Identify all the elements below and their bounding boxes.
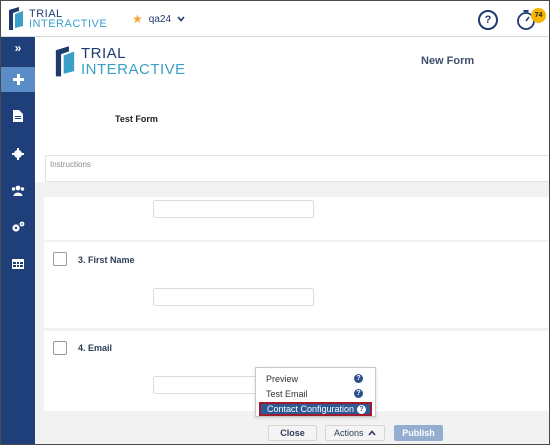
menu-item-label: Preview <box>266 374 299 384</box>
menu-item-test-email[interactable]: Test Email ? <box>256 387 375 401</box>
brand-logo[interactable]: TRIAL INTERACTIVE <box>7 6 107 32</box>
cogs-icon <box>12 221 25 232</box>
form-logo: TRIAL INTERACTIVE <box>53 45 186 79</box>
chevron-down-icon <box>177 16 185 22</box>
help-icon[interactable]: ? <box>357 405 366 414</box>
instructions-field[interactable]: Instructions <box>45 155 549 182</box>
actions-button-label: Actions <box>333 428 364 438</box>
chevron-up-icon <box>368 430 376 436</box>
document-icon <box>13 110 23 122</box>
question-card <box>44 197 549 240</box>
top-bar: TRIAL INTERACTIVE ★ qa24 ? 74 <box>1 1 549 37</box>
form-name[interactable]: Test Form <box>115 114 158 124</box>
menu-item-preview[interactable]: Preview ? <box>256 372 375 386</box>
actions-menu: Preview ? Test Email ? Contact Configura… <box>255 367 376 417</box>
brand-line2: INTERACTIVE <box>29 18 108 30</box>
expand-sidebar-icon[interactable]: » <box>1 39 35 57</box>
publish-button[interactable]: Publish <box>394 425 443 441</box>
users-icon <box>11 185 25 196</box>
sidebar-item-users[interactable] <box>1 178 35 202</box>
study-name: qa24 <box>148 13 172 25</box>
star-icon: ★ <box>132 12 143 26</box>
study-selector[interactable]: ★ qa24 <box>132 12 185 26</box>
question-label: 3. First Name <box>78 255 135 265</box>
answer-input[interactable] <box>153 200 314 218</box>
sidebar-item-settings[interactable] <box>1 142 35 166</box>
question-label: 4. Email <box>78 343 113 353</box>
sidebar-item-documents[interactable] <box>1 104 35 128</box>
gear-icon <box>12 148 24 160</box>
form-logo-line2: INTERACTIVE <box>81 61 186 78</box>
app-frame: TRIAL INTERACTIVE ★ qa24 ? 74 » TRIAL IN… <box>0 0 550 445</box>
question-checkbox[interactable] <box>53 341 67 355</box>
page-title: New Form <box>421 55 475 67</box>
brand-text: TRIAL INTERACTIVE <box>29 9 108 30</box>
logo-mark-icon <box>9 7 23 30</box>
close-button[interactable]: Close <box>268 425 317 441</box>
table-icon <box>12 259 24 269</box>
menu-item-label: Contact Configuration <box>267 404 355 414</box>
help-icon[interactable]: ? <box>354 374 363 383</box>
question-checkbox[interactable] <box>53 252 67 266</box>
first-name-input[interactable] <box>153 288 314 306</box>
form-logo-line1: TRIAL <box>81 45 127 62</box>
question-card-first-name: 3. First Name <box>44 242 549 328</box>
menu-item-contact-configuration[interactable]: Contact Configuration ? <box>259 402 372 416</box>
timer-badge: 74 <box>531 8 546 23</box>
help-icon[interactable]: ? <box>354 389 363 398</box>
actions-button[interactable]: Actions <box>325 425 385 441</box>
sidebar-item-new[interactable] <box>1 67 35 92</box>
menu-item-label: Test Email <box>266 389 308 399</box>
plus-icon <box>12 74 24 85</box>
left-sidebar: » <box>1 37 35 444</box>
sidebar-item-configuration[interactable] <box>1 215 35 239</box>
form-logo-text: TRIAL INTERACTIVE <box>81 46 186 78</box>
logo-mark-icon <box>55 46 75 77</box>
sidebar-item-tables[interactable] <box>1 252 35 276</box>
help-icon[interactable]: ? <box>478 10 498 30</box>
